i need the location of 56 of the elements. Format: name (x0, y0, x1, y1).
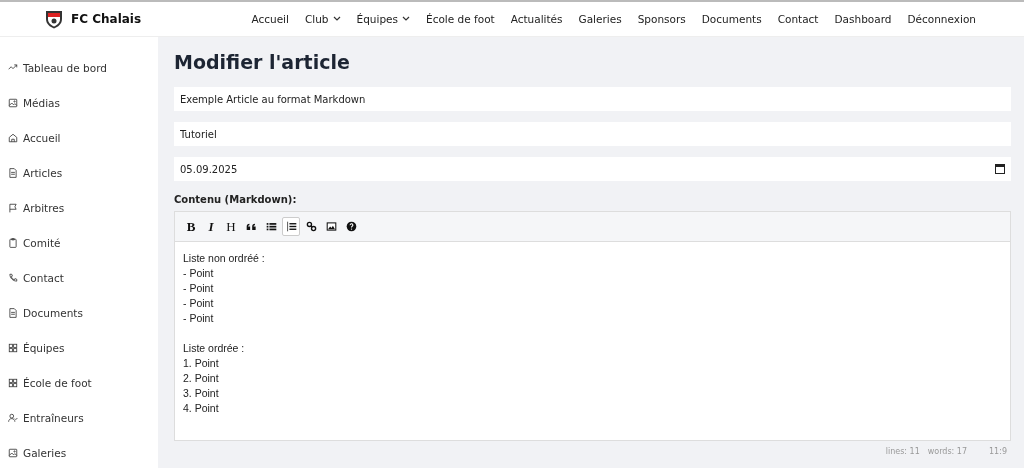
sidebar-item[interactable]: Accueil (23, 131, 61, 144)
sidebar-item[interactable]: Contact (23, 271, 64, 284)
grid-icon (8, 342, 18, 353)
clipboard-icon (8, 237, 18, 248)
image-icon (8, 97, 18, 108)
markdown-editor[interactable]: Liste non ordréé : - Point - Point - Point - Point Liste ordrée : 1. Point 2. Point 3. Point 4. Point (174, 241, 1011, 441)
document-icon (8, 307, 18, 318)
nav-link[interactable]: Actualités (502, 13, 571, 25)
calendar-icon (995, 164, 1005, 174)
quote-icon (245, 221, 257, 232)
home-icon (8, 132, 18, 143)
numbered-list-icon (285, 221, 297, 232)
sidebar-item[interactable]: Tableau de bord (23, 61, 107, 74)
grid-icon (8, 377, 18, 388)
toolbar-button[interactable] (282, 217, 300, 236)
nav-link[interactable]: Documents (693, 13, 770, 25)
link-icon (305, 221, 317, 232)
toolbar-button[interactable]: H (222, 217, 240, 236)
date-field[interactable]: 05.09.2025 (174, 157, 1011, 181)
nav-link[interactable]: Galeries (570, 13, 630, 25)
content-label: Contenu (Markdown): (174, 194, 298, 205)
nav-link[interactable]: Contact (769, 13, 827, 25)
toolbar-button[interactable]: B (182, 217, 200, 236)
category-field[interactable]: Tutoriel (174, 122, 1011, 146)
brand-name[interactable]: FC Chalais (71, 12, 142, 26)
shield-logo (45, 9, 63, 29)
nav-link[interactable]: Déconnexion (899, 13, 984, 25)
toolbar-button[interactable]: I (202, 217, 220, 236)
flag-icon (8, 202, 18, 213)
sidebar-item[interactable]: Articles (23, 166, 63, 179)
image-icon (325, 221, 337, 232)
sidebar-item[interactable]: Équipes (23, 341, 65, 354)
nav-link[interactable]: Sponsors (629, 13, 694, 25)
phone-icon (8, 272, 18, 283)
cursor-position: 11:9 (989, 447, 1007, 456)
sidebar-item[interactable]: Entraîneurs (23, 411, 84, 424)
word-count: words: 17 (927, 447, 968, 456)
page-title: Modifier l'article (174, 51, 351, 73)
nav-link[interactable]: Club (296, 13, 349, 25)
sidebar-item[interactable]: Médias (23, 96, 60, 109)
sidebar-item[interactable]: École de foot (23, 376, 92, 389)
nav-link[interactable]: École de foot (418, 13, 503, 25)
title-field[interactable]: Exemple Article au format Markdown (174, 87, 1011, 111)
user-icon (8, 412, 18, 423)
nav-link[interactable]: Équipes (348, 13, 418, 25)
sidebar-item[interactable]: Comité (23, 236, 61, 249)
sidebar-item[interactable]: Arbitres (23, 201, 65, 214)
line-count: lines: 11 (885, 447, 920, 456)
image-icon (8, 447, 18, 458)
bulleted-list-icon (265, 221, 277, 232)
document-icon (8, 167, 18, 178)
sidebar-item[interactable]: Documents (23, 306, 83, 319)
sidebar-item[interactable]: Galeries (23, 446, 67, 459)
nav-link[interactable]: Accueil (243, 13, 297, 25)
help-icon (345, 221, 357, 232)
nav-link[interactable]: Dashboard (826, 13, 900, 25)
